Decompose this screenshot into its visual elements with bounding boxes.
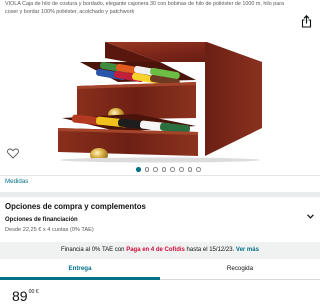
price-fraction: 00 € [28, 289, 39, 295]
carousel-dot[interactable] [153, 167, 158, 172]
promo-text-after: hasta el 15/12/23. [184, 247, 236, 253]
tab-delivery[interactable]: Entrega [0, 260, 160, 280]
measures-link[interactable]: Medidas [5, 178, 28, 185]
financing-promo-banner: Financia al 0% TAE con Paga en 4 de Cofi… [0, 242, 320, 259]
section-separator [0, 192, 320, 197]
price: 89 00 € [12, 288, 39, 304]
carousel-dot[interactable] [161, 167, 167, 172]
chevron-down-icon[interactable] [307, 214, 314, 219]
financing-options-row[interactable]: Opciones de financiación Desde 22,25 € x… [0, 210, 320, 242]
delivery-tabs: Entrega Recogida [0, 260, 320, 280]
promo-text-before: Financia al 0% TAE con [61, 247, 127, 253]
carousel-dot[interactable] [187, 167, 193, 172]
price-whole: 89 [12, 288, 28, 304]
financing-title: Opciones de financiación [5, 217, 78, 223]
share-icon[interactable] [301, 15, 312, 28]
carousel-dot[interactable] [170, 167, 175, 172]
image-carousel-dots[interactable] [136, 167, 201, 173]
product-image[interactable] [0, 28, 320, 163]
divider [0, 175, 320, 176]
carousel-dot[interactable] [136, 167, 141, 172]
carousel-dot[interactable] [196, 167, 201, 172]
product-title: VIOLA Caja de hilo de costura y bordado,… [5, 1, 285, 16]
carousel-dot[interactable] [144, 167, 150, 172]
financing-subtitle: Desde 22,25 € x 4 cuotas (0% TAE) [5, 227, 94, 233]
promo-accent: Paga en 4 de Cofidis [126, 247, 185, 253]
heart-icon[interactable] [7, 148, 19, 159]
see-more-link[interactable]: Ver más [236, 247, 259, 253]
tab-pickup[interactable]: Recogida [160, 260, 320, 280]
carousel-dot[interactable] [178, 167, 184, 172]
